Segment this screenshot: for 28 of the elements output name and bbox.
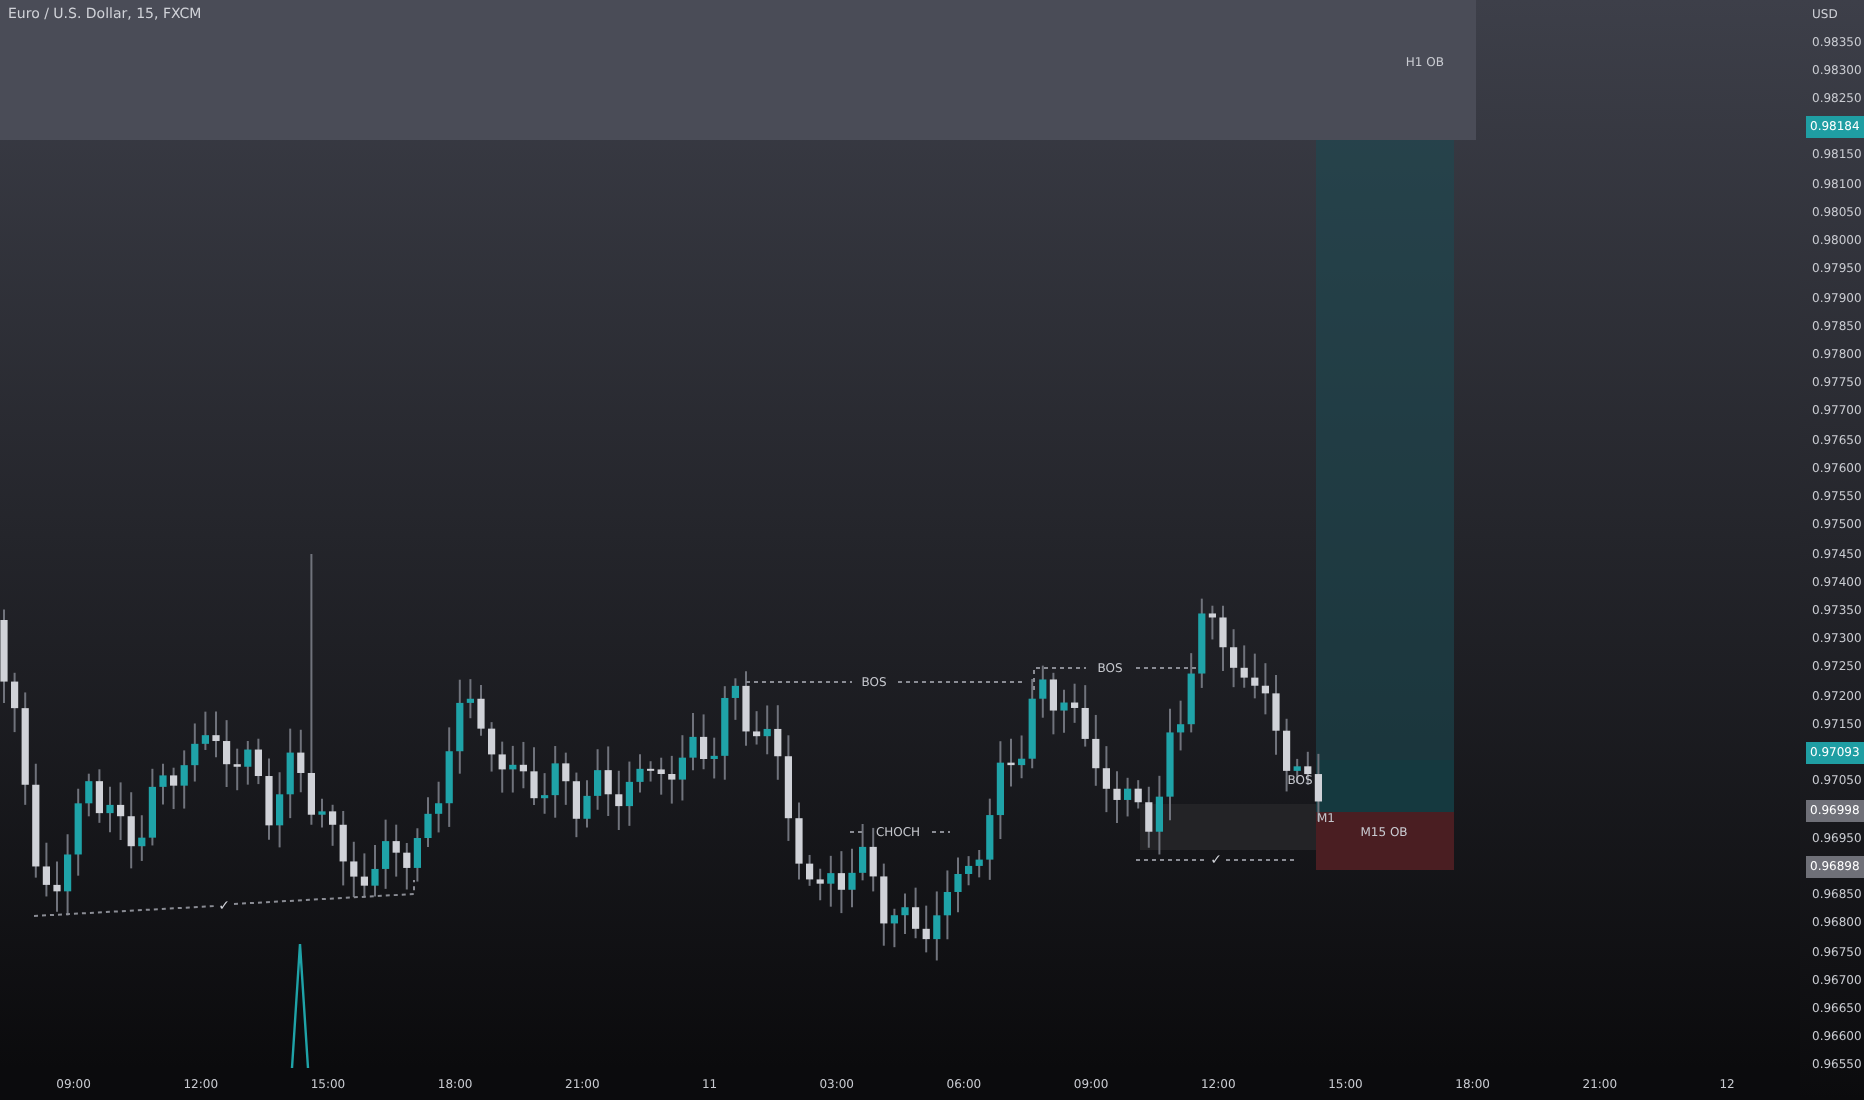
candle <box>795 801 803 881</box>
candle <box>530 746 538 806</box>
candle <box>1272 674 1280 756</box>
candle <box>1007 737 1015 788</box>
candle <box>265 757 273 841</box>
candle <box>901 892 909 936</box>
candle <box>1219 604 1227 673</box>
candle <box>848 847 856 909</box>
candle <box>424 796 432 849</box>
candle <box>742 670 750 747</box>
candle <box>583 779 591 829</box>
candle <box>159 762 167 806</box>
candle <box>477 684 485 737</box>
candle <box>1060 688 1068 734</box>
entry-zone <box>1316 760 1454 812</box>
candle <box>318 797 326 829</box>
candle <box>636 753 644 794</box>
stop-zone <box>1316 812 1454 870</box>
candle <box>0 608 8 704</box>
spike-indicator-drawing <box>290 942 310 1068</box>
candle <box>689 711 697 772</box>
candle <box>371 844 379 898</box>
candle <box>954 856 962 914</box>
candle <box>53 860 61 913</box>
candle <box>1113 770 1121 824</box>
candle <box>1166 707 1174 822</box>
candle <box>212 710 220 759</box>
candle <box>106 785 114 834</box>
